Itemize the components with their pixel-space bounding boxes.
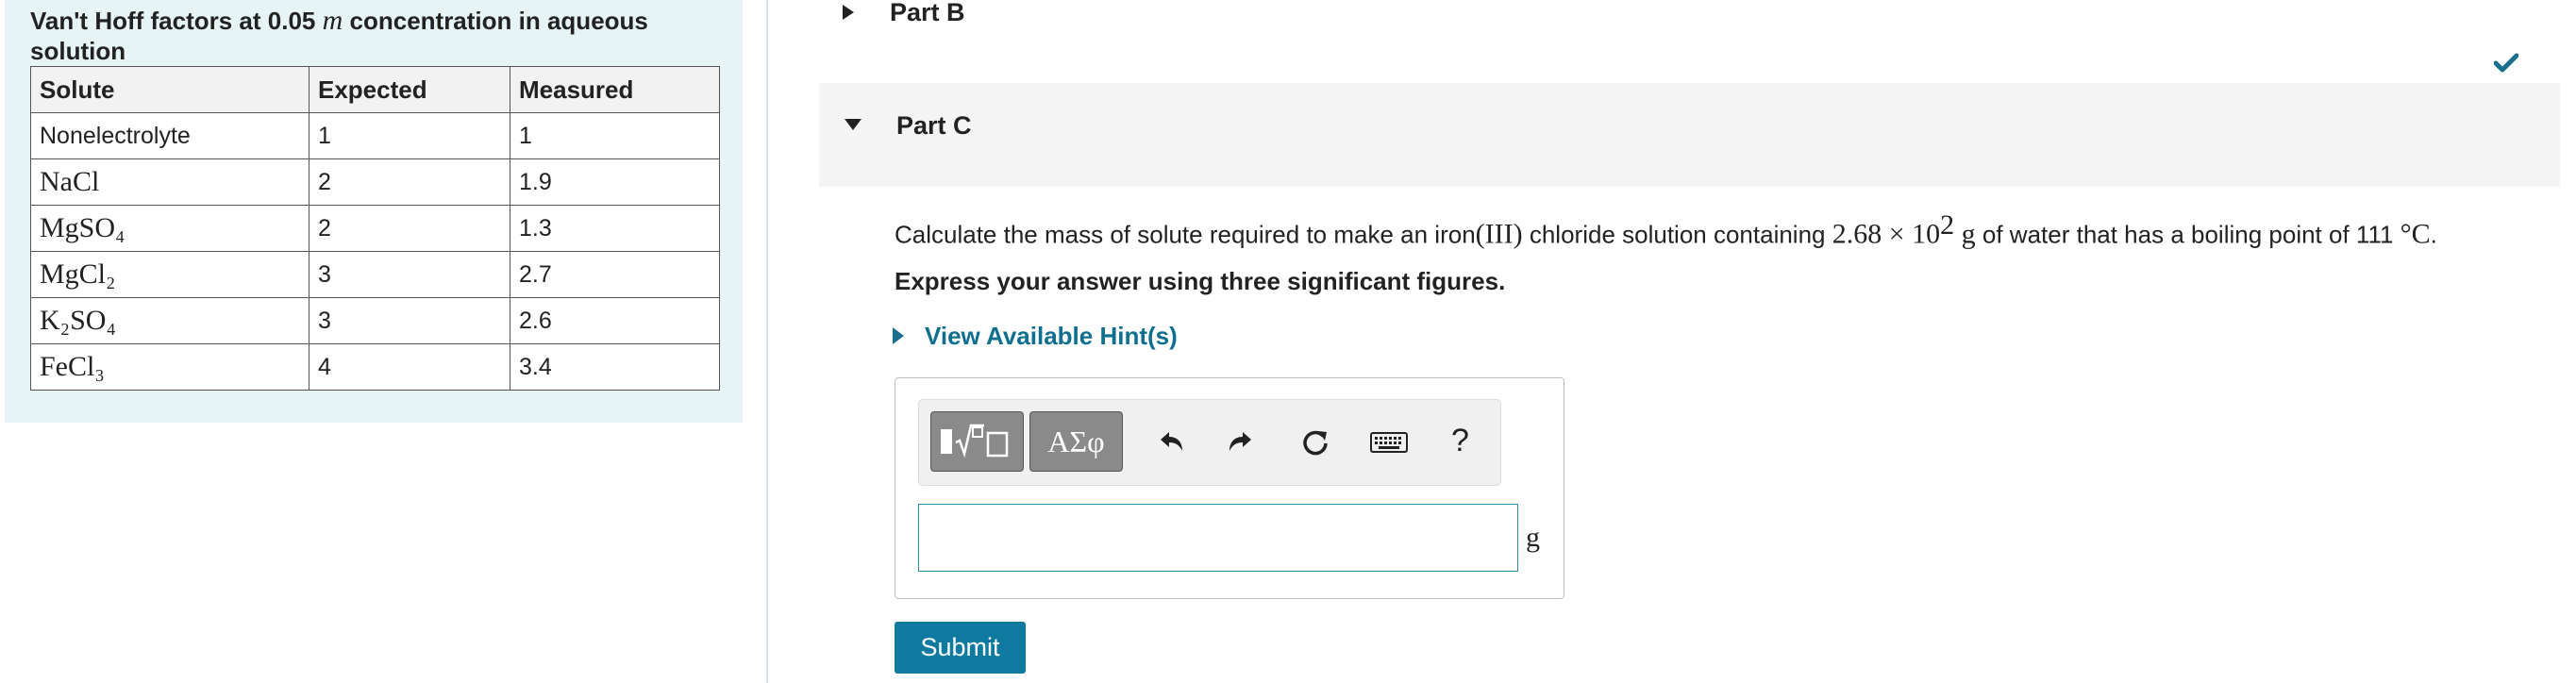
table-header-row: Solute Expected Measured <box>30 66 720 113</box>
solute-cell: FeCl₃ <box>30 343 309 391</box>
column-header-solute: Solute <box>30 66 309 113</box>
unit-label: g <box>1526 522 1540 553</box>
table-row: Nonelectrolyte 1 1 <box>30 112 720 159</box>
measured-cell: 1.9 <box>510 158 720 206</box>
expected-cell: 2 <box>309 205 510 252</box>
templates-button[interactable] <box>930 411 1024 472</box>
expand-arrow-icon <box>843 5 854 20</box>
answer-box: ΑΣφ ? g <box>895 377 1564 599</box>
vant-hoff-panel: Van't Hoff factors at 0.05 m concentrati… <box>5 0 743 423</box>
table-row: MgCl₂ 3 2.7 <box>30 251 720 298</box>
expand-arrow-icon <box>893 327 904 344</box>
panel-divider <box>766 0 768 683</box>
part-c-toggle[interactable]: Part C <box>819 83 2560 187</box>
math-toolbar: ΑΣφ ? <box>918 399 1501 486</box>
hint-link-label: View Available Hint(s) <box>925 322 1178 350</box>
part-b-label: Part B <box>890 0 965 26</box>
table-row: MgSO₄ 2 1.3 <box>30 205 720 252</box>
table-row: K₂SO₄ 3 2.6 <box>30 297 720 344</box>
keyboard-icon[interactable] <box>1370 432 1408 453</box>
table-row: FeCl₃ 4 3.4 <box>30 343 720 391</box>
solute-cell: NaCl <box>30 158 309 206</box>
measured-cell: 2.7 <box>510 251 720 298</box>
undo-icon[interactable] <box>1157 428 1185 455</box>
solute-cell: K₂SO₄ <box>30 297 309 344</box>
symbols-button[interactable]: ΑΣφ <box>1029 411 1123 472</box>
expected-cell: 4 <box>309 343 510 391</box>
part-c-label: Part C <box>896 111 972 140</box>
question-text: Calculate the mass of solute required to… <box>895 209 2437 250</box>
submit-button[interactable]: Submit <box>895 622 1026 674</box>
measured-cell: 2.6 <box>510 297 720 344</box>
measured-cell: 1 <box>510 112 720 159</box>
expected-cell: 3 <box>309 297 510 344</box>
collapse-arrow-icon <box>845 119 861 130</box>
measured-cell: 3.4 <box>510 343 720 391</box>
vant-hoff-table: Solute Expected Measured Nonelectrolyte … <box>30 66 720 391</box>
redo-icon[interactable] <box>1227 428 1255 455</box>
help-icon[interactable]: ? <box>1451 423 1469 459</box>
answer-instruction: Express your answer using three signific… <box>895 267 1506 295</box>
answer-input[interactable] <box>918 504 1518 572</box>
expected-cell: 2 <box>309 158 510 206</box>
expected-cell: 3 <box>309 251 510 298</box>
measured-cell: 1.3 <box>510 205 720 252</box>
checkmark-icon <box>2494 53 2518 73</box>
solute-cell: MgCl₂ <box>30 251 309 298</box>
templates-icon <box>941 424 1009 458</box>
solute-cell: MgSO₄ <box>30 205 309 252</box>
expected-cell: 1 <box>309 112 510 159</box>
column-header-measured: Measured <box>510 66 720 113</box>
column-header-expected: Expected <box>309 66 510 113</box>
table-row: NaCl 2 1.9 <box>30 158 720 206</box>
table-title: Van't Hoff factors at 0.05 m concentrati… <box>30 5 648 66</box>
solute-cell: Nonelectrolyte <box>30 112 309 159</box>
reset-icon[interactable] <box>1300 428 1330 458</box>
